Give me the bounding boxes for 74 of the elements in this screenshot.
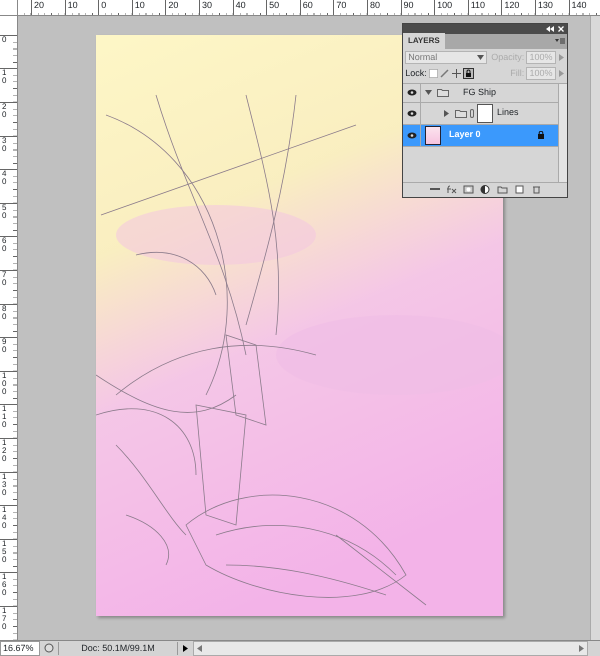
ruler-label: 110 (470, 0, 486, 10)
ruler-label: 140 (2, 506, 8, 530)
ruler-label: 50 (269, 0, 280, 10)
layer-name: Layer 0 (449, 128, 481, 142)
folder-icon[interactable] (496, 185, 508, 194)
mask-thumbnail (477, 104, 493, 123)
lock-all-icon[interactable] (462, 68, 474, 80)
ruler-label: 70 (336, 0, 346, 10)
ruler-label: 130 (2, 472, 8, 497)
layers-scrollbar[interactable] (558, 84, 567, 182)
ruler-label: 80 (370, 0, 380, 10)
collapsed-triangle-icon[interactable] (443, 110, 450, 117)
ruler-label: 20 (2, 103, 8, 119)
lock-transparency-icon[interactable] (429, 69, 438, 78)
caret-icon (476, 54, 484, 62)
blend-mode-dropdown[interactable]: Normal (405, 51, 487, 64)
panel-menu-icon[interactable] (554, 38, 565, 44)
ruler-label: 0 (101, 0, 106, 10)
trash-icon[interactable] (530, 185, 542, 194)
ruler-label: 130 (538, 0, 553, 10)
vertical-scrollbar[interactable] (590, 16, 600, 640)
brush-icon[interactable] (440, 69, 450, 78)
ruler-label: 160 (2, 573, 8, 598)
ruler-label: 170 (2, 606, 8, 631)
chain-link-icon (470, 108, 474, 118)
ruler-label: 120 (2, 438, 8, 463)
lock-label: Lock: (405, 66, 427, 80)
ruler-label: 60 (2, 237, 8, 254)
ruler-label: 10 (68, 0, 78, 10)
ruler-label: 100 (2, 372, 8, 396)
layer-name: Lines (497, 106, 519, 120)
expanded-triangle-icon[interactable] (425, 89, 432, 96)
ruler-label: 100 (437, 0, 452, 10)
eye-icon[interactable] (406, 132, 416, 139)
zoom-field[interactable]: 16.67% (0, 640, 40, 656)
layer-name: FG Ship (463, 86, 496, 99)
mask-icon[interactable] (462, 185, 474, 194)
panel-tab[interactable]: LAYERS (403, 33, 445, 50)
ruler-label: 90 (404, 0, 414, 10)
layer-thumbnail (425, 126, 441, 145)
ruler-label: 0 (2, 36, 8, 44)
scroll-left-icon[interactable] (196, 644, 204, 652)
new-layer-icon[interactable] (514, 185, 524, 194)
horizontal-scrollbar[interactable] (193, 640, 588, 656)
ruler-label: 120 (504, 0, 520, 10)
layer-row[interactable]: FG Ship (403, 84, 558, 103)
ruler-label: 20 (34, 0, 44, 10)
ruler-label: 10 (134, 0, 145, 10)
ruler-label: 30 (202, 0, 212, 10)
ruler-label: 80 (2, 304, 8, 321)
folder-icon (437, 88, 449, 98)
ruler-label: 70 (2, 270, 8, 287)
folder-icon (455, 108, 467, 118)
ruler-label: 60 (302, 0, 313, 10)
ruler-label: 150 (2, 540, 8, 564)
eye-icon[interactable] (406, 89, 416, 96)
ruler-label: 110 (2, 405, 8, 430)
ruler-label: 40 (236, 0, 246, 10)
ruler-label: 50 (2, 204, 8, 220)
ruler-label: 20 (168, 0, 178, 10)
ruler-label: 140 (572, 0, 587, 10)
status-arrow-icon[interactable] (182, 644, 189, 652)
ruler-label: 10 (2, 69, 8, 86)
document-info: Doc: 50.1M/99.1M (58, 642, 178, 655)
status-menu-icon[interactable] (44, 643, 54, 654)
ruler-label: 40 (2, 170, 8, 186)
ruler-label: 30 (2, 136, 8, 153)
eye-icon[interactable] (406, 110, 416, 117)
scroll-right-icon[interactable] (578, 644, 585, 652)
move-icon[interactable] (452, 69, 461, 78)
close-icon[interactable] (558, 26, 564, 32)
fx-icon[interactable] (446, 185, 456, 194)
ruler-label: 90 (2, 338, 8, 354)
adjustment-icon[interactable] (480, 185, 490, 194)
